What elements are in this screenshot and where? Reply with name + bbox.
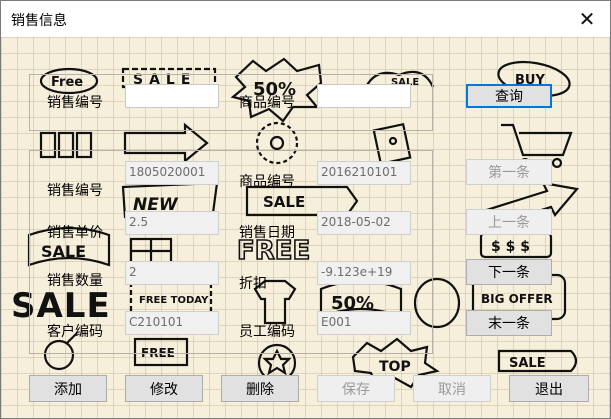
sale-no-label: 销售编号 (47, 183, 103, 199)
sale-no-field[interactable]: 1805020001 (125, 161, 219, 185)
title-bar: 销售信息 ✕ (1, 1, 610, 37)
customer-no-field[interactable]: C210101 (125, 311, 219, 335)
save-button[interactable]: 保存 (317, 375, 395, 402)
edit-button[interactable]: 修改 (125, 375, 203, 402)
close-button[interactable]: ✕ (564, 1, 610, 37)
add-button[interactable]: 添加 (29, 375, 107, 402)
sale-date-label: 销售日期 (239, 225, 295, 241)
svg-text:SALE: SALE (509, 356, 546, 371)
last-record-button[interactable]: 末一条 (466, 310, 552, 336)
window-title: 销售信息 (11, 13, 67, 29)
close-icon: ✕ (578, 7, 596, 31)
product-no-label: 商品编号 (239, 174, 295, 190)
unit-price-field[interactable]: 2.5 (125, 211, 219, 235)
search-sale-no-label: 销售编号 (47, 95, 103, 111)
next-record-button[interactable]: 下一条 (466, 259, 552, 285)
quantity-label: 销售数量 (47, 273, 103, 289)
sale-date-field[interactable]: 2018-05-02 (317, 211, 411, 235)
product-no-field[interactable]: 2016210101 (317, 161, 411, 185)
delete-button[interactable]: 删除 (221, 375, 299, 402)
search-product-no-label: 商品编号 (239, 95, 295, 111)
search-sale-no-input[interactable] (125, 84, 219, 108)
unit-price-label: 销售单价 (47, 225, 103, 241)
sticker-dollar-tag: $ $ $ (479, 231, 553, 259)
employee-no-field[interactable]: E001 (317, 311, 411, 335)
discount-field[interactable]: -9.123e+19 (317, 261, 411, 285)
svg-text:TOP: TOP (379, 359, 411, 375)
sticker-sale-tag: SALE (497, 349, 578, 373)
customer-no-label: 客户编码 (47, 324, 103, 340)
employee-no-label: 员工编码 (239, 324, 295, 340)
svg-text:$ $ $: $ $ $ (491, 239, 530, 255)
discount-label: 折扣 (239, 276, 267, 292)
first-record-button[interactable]: 第一条 (466, 159, 552, 185)
form-area: Free SALE 50% SALE BUY NEW SALE FREE $ $… (1, 37, 610, 418)
quantity-field[interactable]: 2 (125, 261, 219, 285)
sales-info-window: 销售信息 ✕ Free SALE 50% SALE BUY NEW SALE F… (0, 0, 611, 419)
prev-record-button[interactable]: 上一条 (466, 209, 552, 235)
exit-button[interactable]: 退出 (509, 375, 589, 402)
query-button[interactable]: 查询 (466, 84, 552, 108)
svg-text:BIG OFFER: BIG OFFER (481, 292, 553, 306)
cancel-button[interactable]: 取消 (413, 375, 491, 402)
search-product-no-input[interactable] (317, 84, 411, 108)
